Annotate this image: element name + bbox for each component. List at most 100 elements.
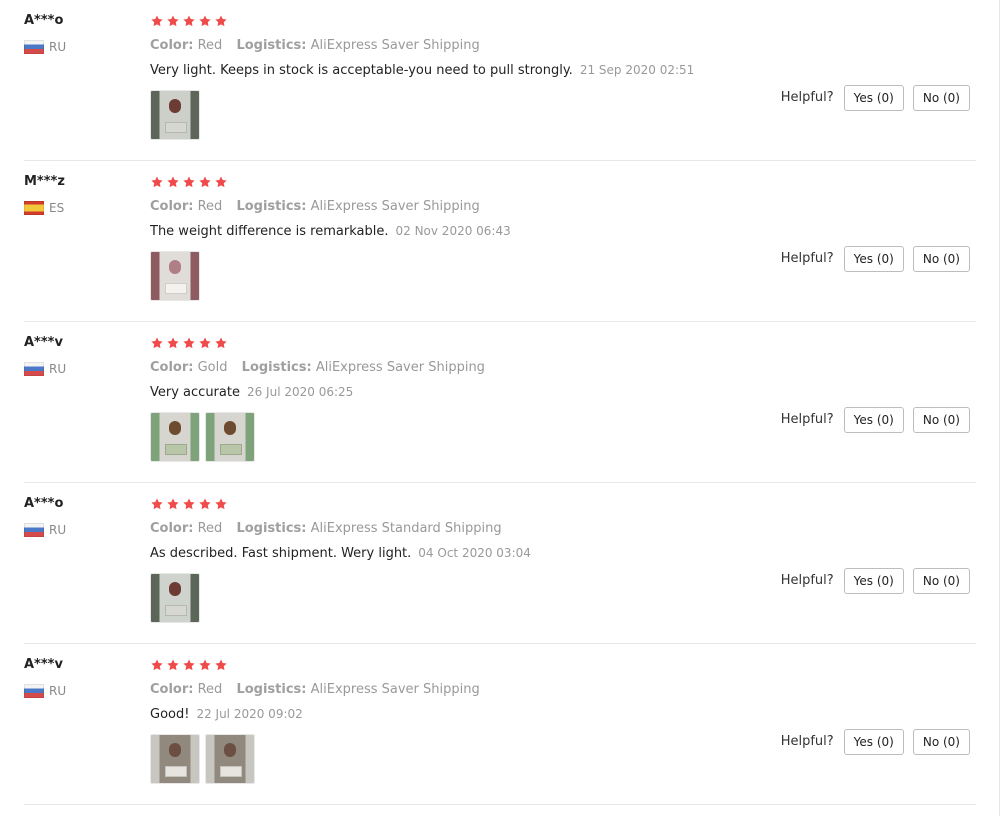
review-photo-thumbnail[interactable] <box>150 573 200 623</box>
review-photo-thumbnail[interactable] <box>205 734 255 784</box>
logistics-label: Logistics: <box>236 199 307 214</box>
helpful-no-button[interactable]: No (0) <box>912 568 970 594</box>
review-text: The weight difference is remarkable. <box>150 224 389 239</box>
star-icon <box>214 14 228 28</box>
review-text-row: The weight difference is remarkable. 02 N… <box>150 222 750 241</box>
helpful-yes-button[interactable]: Yes (0) <box>843 568 904 594</box>
reviewer-info: A***v RU <box>24 656 134 699</box>
logistics-value: AliExpress Saver Shipping <box>310 199 480 214</box>
review-meta: Color: Red Logistics: AliExpress Saver S… <box>150 37 750 55</box>
star-icon <box>166 175 180 189</box>
helpful-yes-button[interactable]: Yes (0) <box>843 85 904 111</box>
review-text: Good! <box>150 707 190 722</box>
star-icon <box>150 14 164 28</box>
review-text: As described. Fast shipment. Wery light. <box>150 546 412 561</box>
star-icon <box>166 658 180 672</box>
helpful-no-button[interactable]: No (0) <box>912 85 970 111</box>
helpful-no-button[interactable]: No (0) <box>912 407 970 433</box>
review-item: A***o RU Color: Red Logistics: AliExpres… <box>24 483 976 644</box>
helpful-yes-button[interactable]: Yes (0) <box>843 407 904 433</box>
review-item: A***v RU Color: Red Logistics: AliExpres… <box>24 644 976 805</box>
helpful-no-button[interactable]: No (0) <box>912 729 970 755</box>
rating-stars <box>150 334 750 352</box>
review-item: M***z ES Color: Red Logistics: AliExpres… <box>24 161 976 322</box>
review-photo-thumbnail[interactable] <box>150 251 200 301</box>
helpful-controls: Helpful? Yes (0) No (0) <box>781 245 970 273</box>
helpful-label: Helpful? <box>780 573 834 588</box>
star-icon <box>150 658 164 672</box>
review-photos <box>150 412 750 462</box>
review-content: Color: Red Logistics: AliExpress Saver S… <box>150 12 750 140</box>
logistics-value: AliExpress Saver Shipping <box>310 682 480 697</box>
country-code: RU <box>49 684 67 698</box>
country-code: RU <box>49 523 67 537</box>
review-text: Very light. Keeps in stock is acceptable… <box>150 63 573 78</box>
russia-flag-icon <box>24 684 44 698</box>
helpful-controls: Helpful? Yes (0) No (0) <box>781 84 970 112</box>
star-icon <box>166 336 180 350</box>
reviewer-name: A***v <box>24 657 63 672</box>
star-icon <box>166 497 180 511</box>
star-icon <box>214 175 228 189</box>
star-icon <box>150 336 164 350</box>
logistics-label: Logistics: <box>236 38 307 53</box>
helpful-yes-button[interactable]: Yes (0) <box>843 729 904 755</box>
reviewer-info: M***z ES <box>24 173 134 216</box>
review-photos <box>150 90 750 140</box>
review-photo-thumbnail[interactable] <box>205 412 255 462</box>
reviews-page: A***o RU Color: Red Logistics: AliExpres… <box>0 0 1000 816</box>
review-meta: Color: Red Logistics: AliExpress Saver S… <box>150 198 750 216</box>
reviewer-name: A***o <box>24 496 64 511</box>
reviewer-info: A***v RU <box>24 334 134 377</box>
review-photo-thumbnail[interactable] <box>150 90 200 140</box>
star-icon <box>182 336 196 350</box>
russia-flag-icon <box>24 362 44 376</box>
star-icon <box>198 175 212 189</box>
reviewer-name: A***v <box>24 335 63 350</box>
star-icon <box>150 175 164 189</box>
star-icon <box>214 336 228 350</box>
helpful-controls: Helpful? Yes (0) No (0) <box>781 728 970 756</box>
reviewer-name: M***z <box>24 174 65 189</box>
review-meta: Color: Red Logistics: AliExpress Standar… <box>150 520 750 538</box>
helpful-label: Helpful? <box>780 412 834 427</box>
helpful-yes-button[interactable]: Yes (0) <box>843 246 904 272</box>
review-text-row: Very accurate 26 Jul 2020 06:25 <box>150 383 750 402</box>
review-item: A***v RU Color: Gold Logistics: AliExpre… <box>24 322 976 483</box>
review-date: 22 Jul 2020 09:02 <box>196 707 303 721</box>
color-label: Color: <box>150 682 194 697</box>
color-label: Color: <box>150 521 194 536</box>
reviews-list: A***o RU Color: Red Logistics: AliExpres… <box>0 0 1000 816</box>
star-icon <box>182 658 196 672</box>
review-photo-thumbnail[interactable] <box>150 734 200 784</box>
review-date: 02 Nov 2020 06:43 <box>395 224 511 238</box>
logistics-label: Logistics: <box>236 682 307 697</box>
country-code: ES <box>49 201 65 215</box>
color-label: Color: <box>150 360 194 375</box>
reviewer-country: RU <box>24 683 134 699</box>
review-photos <box>150 573 750 623</box>
review-text: Very accurate <box>150 385 240 400</box>
color-label: Color: <box>150 199 194 214</box>
logistics-value: AliExpress Standard Shipping <box>310 521 502 536</box>
review-content: Color: Red Logistics: AliExpress Saver S… <box>150 656 750 784</box>
review-date: 04 Oct 2020 03:04 <box>418 546 531 560</box>
helpful-controls: Helpful? Yes (0) No (0) <box>781 567 970 595</box>
star-icon <box>166 14 180 28</box>
helpful-controls: Helpful? Yes (0) No (0) <box>781 406 970 434</box>
star-icon <box>198 658 212 672</box>
helpful-no-button[interactable]: No (0) <box>912 246 970 272</box>
country-code: RU <box>49 362 67 376</box>
russia-flag-icon <box>24 523 44 537</box>
star-icon <box>198 336 212 350</box>
review-date: 21 Sep 2020 02:51 <box>579 63 695 77</box>
rating-stars <box>150 173 750 191</box>
logistics-label: Logistics: <box>241 360 312 375</box>
review-content: Color: Red Logistics: AliExpress Standar… <box>150 495 750 623</box>
review-text-row: As described. Fast shipment. Wery light.… <box>150 544 750 563</box>
color-value: Gold <box>197 360 228 375</box>
star-icon <box>198 14 212 28</box>
review-photo-thumbnail[interactable] <box>150 412 200 462</box>
helpful-label: Helpful? <box>780 90 834 105</box>
review-meta: Color: Gold Logistics: AliExpress Saver … <box>150 359 750 377</box>
